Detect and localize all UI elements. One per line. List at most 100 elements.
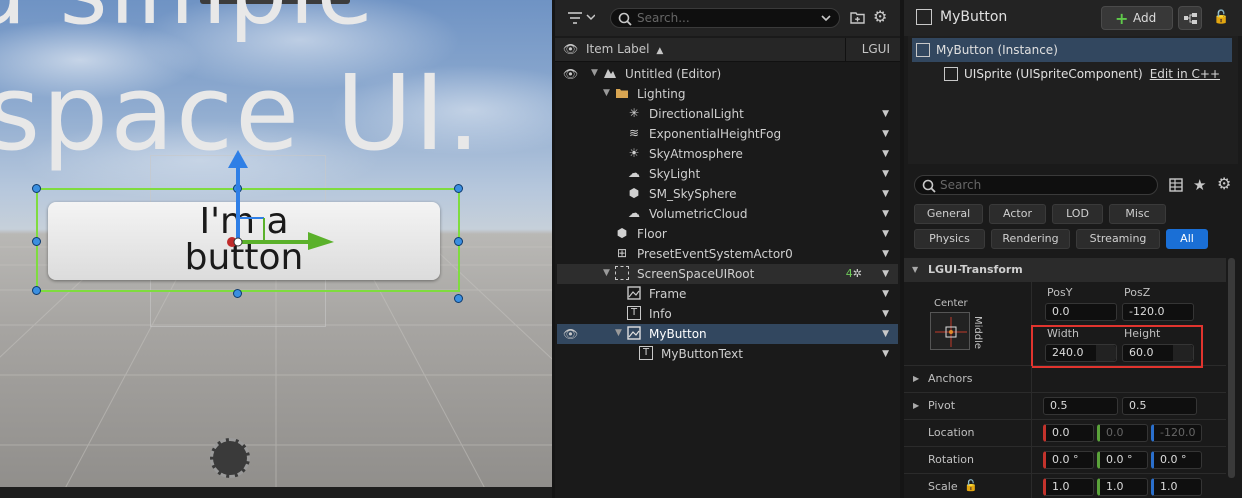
pivot-x-input[interactable]: 0.5 — [1043, 397, 1118, 415]
outliner-row-fog[interactable]: ≋ ExponentialHeightFog ▼ — [557, 124, 898, 144]
location-y-input[interactable]: 0.0 — [1097, 424, 1148, 442]
outliner-row-directionallight[interactable]: ✳ DirectionalLight ▼ — [557, 104, 898, 124]
component-uisprite[interactable]: UISprite (UISpriteComponent) Edit in C++ — [912, 62, 1232, 86]
row-dropdown-icon[interactable]: ▼ — [882, 209, 889, 219]
outliner-row-info[interactable]: T Info ▼ — [557, 304, 898, 324]
filter-general[interactable]: General — [914, 204, 983, 224]
row-dropdown-icon[interactable]: ▼ — [882, 289, 889, 299]
rotation-z-input[interactable]: 0.0 ° — [1151, 451, 1202, 469]
outliner-row-skyatmosphere[interactable]: ☀ SkyAtmosphere ▼ — [557, 144, 898, 164]
settings-gear-icon[interactable]: ⚙ — [873, 9, 887, 25]
lgui-transform-section[interactable]: ▼ LGUI-Transform — [904, 258, 1226, 282]
details-scrollbar[interactable] — [1228, 258, 1235, 478]
outliner-row-untitled[interactable]: 👁 ▼ Untitled (Editor) — [557, 64, 898, 84]
scale-row: Scale 🔓 1.0 1.0 1.0 — [904, 474, 1226, 498]
row-dropdown-icon[interactable]: ▼ — [882, 349, 889, 359]
outliner-row-skylight[interactable]: ☁ SkyLight ▼ — [557, 164, 898, 184]
rotation-x-input[interactable]: 0.0 ° — [1043, 451, 1094, 469]
resize-handle[interactable] — [32, 184, 41, 193]
selected-actor-title: MyButton — [940, 9, 1008, 25]
row-dropdown-icon[interactable]: ▼ — [882, 129, 889, 139]
favorites-star-icon[interactable]: ★ — [1193, 178, 1206, 193]
anchor-preset-button[interactable] — [930, 312, 970, 350]
components-tree: MyButton (Instance) UISprite (UISpriteCo… — [908, 36, 1238, 164]
row-dropdown-icon[interactable]: ▼ — [882, 169, 889, 179]
lock-open-icon[interactable]: 🔓 — [1213, 10, 1229, 25]
column-divider[interactable] — [845, 38, 846, 62]
resize-handle[interactable] — [454, 294, 463, 303]
details-search-input[interactable]: Search — [914, 175, 1158, 195]
row-dropdown-icon[interactable]: ▼ — [882, 149, 889, 159]
search-placeholder: Search... — [637, 11, 690, 25]
location-z-input[interactable]: -120.0 — [1151, 424, 1202, 442]
pivot-y-input[interactable]: 0.5 — [1122, 397, 1197, 415]
posz-input[interactable]: -120.0 — [1122, 303, 1194, 321]
table-view-icon[interactable] — [1169, 178, 1183, 192]
scale-x-input[interactable]: 1.0 — [1043, 478, 1094, 496]
row-dropdown-icon[interactable]: ▼ — [882, 229, 889, 239]
actor-icon: ⊞ — [616, 246, 628, 260]
row-dropdown-icon[interactable]: ▼ — [882, 189, 889, 199]
filter-actor[interactable]: Actor — [989, 204, 1046, 224]
outliner-row-uiroot[interactable]: ▼ ScreenSpaceUIRoot 4✲ ▼ — [557, 264, 898, 284]
expand-arrow-icon[interactable]: ▶ — [913, 401, 919, 410]
resize-handle[interactable] — [454, 184, 463, 193]
rotation-y-input[interactable]: 0.0 ° — [1097, 451, 1148, 469]
mesh-icon: ⬢ — [616, 226, 628, 240]
expand-arrow-icon[interactable]: ▼ — [591, 68, 598, 78]
outliner-row-lighting[interactable]: ▼ Lighting — [557, 84, 898, 104]
component-root-label: MyButton (Instance) — [936, 43, 1058, 57]
settings-gear-icon[interactable]: ⚙ — [1217, 176, 1231, 192]
expand-arrow-icon[interactable]: ▼ — [603, 88, 610, 98]
resize-handle[interactable] — [32, 237, 41, 246]
filter-misc[interactable]: Misc — [1109, 204, 1166, 224]
scale-y-input[interactable]: 1.0 — [1097, 478, 1148, 496]
row-label: ExponentialHeightFog — [649, 127, 782, 141]
visibility-eye-icon[interactable]: 👁 — [563, 67, 578, 81]
resize-handle[interactable] — [32, 286, 41, 295]
filter-physics[interactable]: Physics — [914, 229, 985, 249]
row-dropdown-icon[interactable]: ▼ — [882, 329, 889, 339]
add-component-button[interactable]: + Add — [1101, 6, 1173, 30]
outliner-row-frame[interactable]: Frame ▼ — [557, 284, 898, 304]
row-dropdown-icon[interactable]: ▼ — [882, 249, 889, 259]
outliner-row-mybutton[interactable]: 👁 ▼ MyButton ▼ — [557, 324, 898, 344]
component-root[interactable]: MyButton (Instance) — [912, 38, 1232, 62]
filter-all[interactable]: All — [1166, 229, 1208, 249]
scale-z-input[interactable]: 1.0 — [1151, 478, 1202, 496]
filter-rendering[interactable]: Rendering — [991, 229, 1070, 249]
type-column[interactable]: LGUI — [862, 42, 890, 56]
rotation-label: Rotation — [928, 453, 975, 466]
outliner-row-floor[interactable]: ⬢ Floor ▼ — [557, 224, 898, 244]
transform-gizmo[interactable] — [220, 150, 340, 250]
add-folder-icon[interactable] — [850, 11, 865, 24]
filter-icon[interactable] — [567, 11, 595, 25]
outliner-row-skysphere[interactable]: ⬢ SM_SkySphere ▼ — [557, 184, 898, 204]
outliner-search-input[interactable]: Search... — [610, 8, 840, 28]
expand-arrow-icon[interactable]: ▼ — [603, 268, 610, 278]
expand-arrow-icon[interactable]: ▼ — [615, 328, 622, 338]
row-dropdown-icon[interactable]: ▼ — [882, 269, 889, 279]
chevron-down-icon[interactable] — [821, 15, 831, 22]
row-dropdown-icon[interactable]: ▼ — [882, 109, 889, 119]
location-x-input[interactable]: 0.0 — [1043, 424, 1094, 442]
filter-lod[interactable]: LOD — [1052, 204, 1103, 224]
item-label-column[interactable]: Item Label ▲ — [586, 42, 663, 56]
outliner-row-volumetriccloud[interactable]: ☁ VolumetricCloud ▼ — [557, 204, 898, 224]
edit-in-cpp-link[interactable]: Edit in C++ — [1150, 67, 1220, 81]
lock-open-icon[interactable]: 🔓 — [964, 479, 978, 492]
visibility-header-icon[interactable]: 👁 — [563, 42, 578, 56]
resize-handle[interactable] — [233, 289, 242, 298]
row-label: ScreenSpaceUIRoot — [637, 267, 755, 281]
visibility-eye-icon[interactable]: 👁 — [563, 327, 578, 341]
expand-arrow-icon[interactable]: ▶ — [913, 374, 919, 383]
outliner-row-eventsystem[interactable]: ⊞ PresetEventSystemActor0 ▼ — [557, 244, 898, 264]
anchors-row[interactable]: ▶ Anchors — [904, 366, 1226, 393]
filter-streaming[interactable]: Streaming — [1076, 229, 1160, 249]
level-viewport[interactable]: a simple space UI. I'm a button — [0, 0, 552, 498]
resize-handle[interactable] — [454, 237, 463, 246]
row-dropdown-icon[interactable]: ▼ — [882, 309, 889, 319]
posy-input[interactable]: 0.0 — [1045, 303, 1117, 321]
blueprint-button[interactable] — [1178, 6, 1202, 30]
outliner-row-mybuttontext[interactable]: T MyButtonText ▼ — [557, 344, 898, 364]
